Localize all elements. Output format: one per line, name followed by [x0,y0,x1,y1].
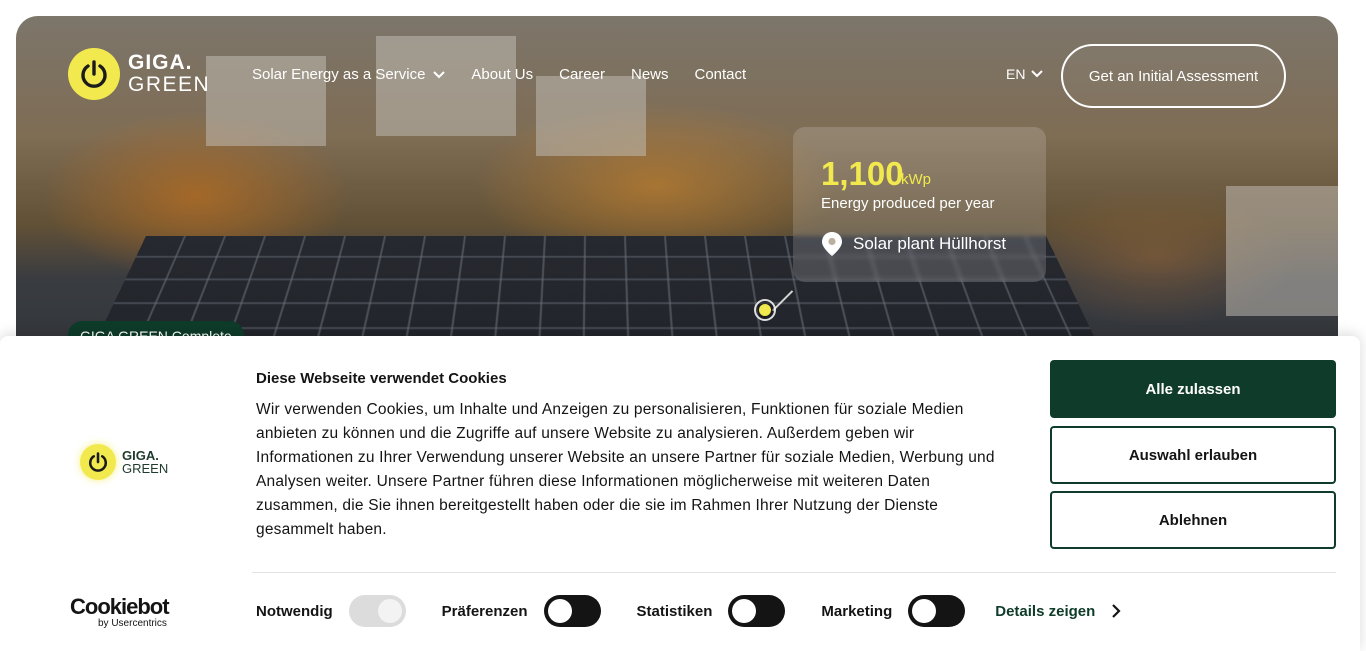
deny-button[interactable]: Ablehnen [1050,491,1336,549]
preferences-toggle-switch[interactable] [543,595,601,627]
stat-value: 1,100 [821,155,904,192]
plant-info-card: 1,100 kWp Energy produced per year Solar… [793,127,1046,282]
nav-news[interactable]: News [631,66,669,83]
main-nav: Solar Energy as a Service About Us Caree… [252,66,746,83]
nav-solar-energy[interactable]: Solar Energy as a Service [252,66,446,83]
allow-all-button[interactable]: Alle zulassen [1050,360,1336,418]
site-logo[interactable]: GIGA. GREEN [68,48,210,100]
stat-label: Energy produced per year [821,195,995,212]
consent-toggles: Notwendig Präferenzen Statistiken Market… [256,595,1121,627]
toggle-notwendig: Notwendig [256,595,406,627]
cookie-banner-logo: GIGA. GREEN [80,444,168,480]
power-icon [68,48,120,100]
language-selector[interactable]: EN [1006,66,1044,82]
cookie-title: Diese Webseite verwendet Cookies [256,370,507,387]
marketing-toggle-switch[interactable] [908,595,966,627]
chevron-down-icon [433,70,446,78]
logo-text-line2: GREEN [128,73,211,96]
divider [252,572,1336,573]
chevron-right-icon [1112,604,1121,618]
nav-contact[interactable]: Contact [695,66,747,83]
nav-career[interactable]: Career [559,66,605,83]
cookie-description: Wir verwenden Cookies, um Inhalte und An… [256,401,995,538]
chevron-down-icon [1031,70,1044,78]
cookiebot-logo[interactable]: Cookiebot by Usercentrics [70,596,170,630]
logo-text-line1: GIGA. [128,51,193,74]
necessary-toggle-switch [348,595,406,627]
toggle-statistiken: Statistiken [637,595,786,627]
stat-unit: kWp [901,171,931,188]
show-details-link[interactable]: Details zeigen [995,603,1121,620]
initial-assessment-button[interactable]: Get an Initial Assessment [1061,44,1286,108]
map-pin-icon [822,232,842,256]
statistics-toggle-switch[interactable] [728,595,786,627]
toggle-marketing: Marketing [821,595,966,627]
location-marker[interactable] [754,299,776,321]
power-icon [80,444,116,480]
toggle-praeferenzen: Präferenzen [442,595,601,627]
plant-location: Solar plant Hüllhorst [821,231,1006,257]
allow-selection-button[interactable]: Auswahl erlauben [1050,426,1336,484]
nav-about-us[interactable]: About Us [471,66,533,83]
